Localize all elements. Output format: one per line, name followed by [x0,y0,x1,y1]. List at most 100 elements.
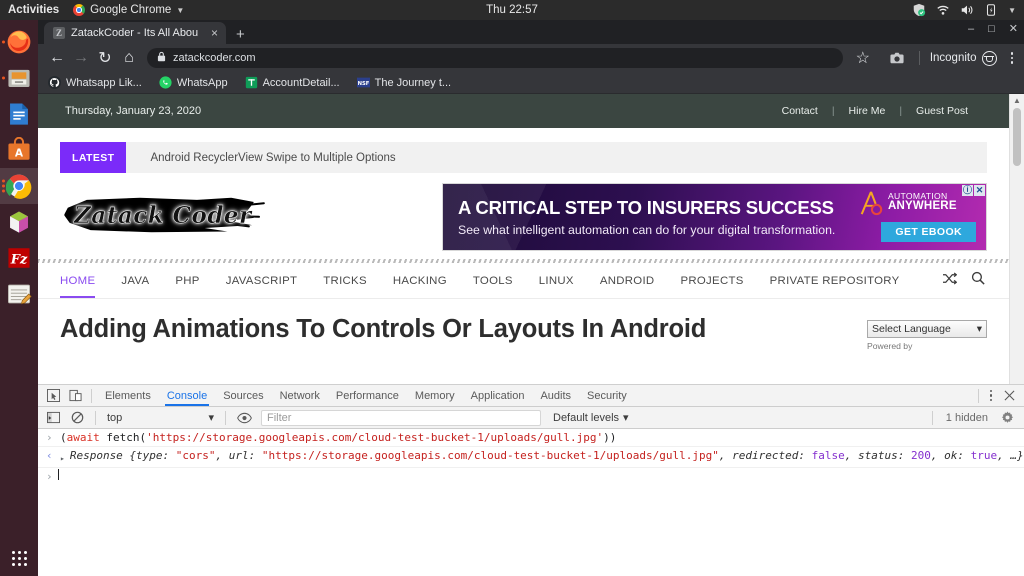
bookmark-item[interactable]: WhatsApp [159,76,228,89]
search-icon[interactable] [971,271,985,290]
divider [931,410,933,425]
close-icon[interactable]: × [209,27,220,39]
gear-icon[interactable] [996,408,1018,428]
tab-sources[interactable]: Sources [215,385,271,406]
console-sidebar-icon[interactable] [42,408,64,428]
log-levels-select[interactable]: Default levels ▾ [553,411,629,425]
dock-item-google-chrome[interactable] [0,168,38,204]
inspect-icon[interactable] [42,386,64,406]
automation-anywhere-icon [860,191,883,216]
devtools-menu-button[interactable] [986,389,997,402]
live-expression-icon[interactable] [233,408,255,428]
link-contact[interactable]: Contact [768,105,832,117]
hidden-messages-count[interactable]: 1 hidden [946,412,988,424]
nav-item-hacking[interactable]: HACKING [393,275,447,287]
scroll-up-arrow[interactable]: ▲ [1010,94,1024,107]
console-new-prompt-line[interactable]: › [38,468,1024,485]
browser-tab-active[interactable]: Z ZatackCoder - Its All Abou × [44,22,226,44]
chrome-menu-button[interactable] [1007,52,1018,64]
page-title: Adding Animations To Controls Or Layouts… [60,315,707,343]
tab-network[interactable]: Network [272,385,328,406]
site-logo[interactable]: Zatack Coder [60,189,265,245]
close-window-button[interactable]: ✕ [1009,22,1018,35]
svg-text:Fz: Fz [10,253,28,268]
incognito-label: Incognito [929,52,977,64]
dock-item-ubuntu-software[interactable]: A [0,132,38,168]
battery-icon[interactable] [984,3,998,17]
bookmark-item[interactable]: AccountDetail... [245,76,340,89]
device-toolbar-icon[interactable] [64,386,86,406]
shuffle-icon[interactable] [942,271,958,290]
latest-headline[interactable]: Android RecyclerView Swipe to Multiple O… [126,142,395,173]
chrome-icon [73,4,86,16]
back-button[interactable]: ← [45,46,69,70]
nav-item-php[interactable]: PHP [175,275,199,287]
ad-cta-button[interactable]: GET EBOOK [881,222,976,242]
whatsapp-icon [159,76,172,89]
translate-powered-by: Powered by [867,341,913,351]
nav-item-private-repository[interactable]: PRIVATE REPOSITORY [770,275,900,287]
activities-button[interactable]: Activities [8,4,59,16]
execution-context-select[interactable]: top ▾ [103,411,218,425]
dock-item-text-editor[interactable] [0,276,38,312]
volume-icon[interactable] [960,3,974,17]
chevron-down-icon[interactable]: ▼ [1008,6,1016,15]
wifi-icon[interactable] [936,3,950,17]
tab-elements[interactable]: Elements [97,385,159,406]
dock-item-firefox[interactable] [0,24,38,60]
clear-console-icon[interactable] [66,408,88,428]
camera-icon[interactable] [885,46,909,70]
link-guest-post[interactable]: Guest Post [902,105,982,117]
tab-memory[interactable]: Memory [407,385,463,406]
show-applications-button[interactable] [0,551,38,566]
bookmark-item[interactable]: Whatsapp Lik... [48,76,142,89]
scrollbar-thumb[interactable] [1013,108,1021,166]
chevron-down-icon: ▾ [976,323,982,335]
incognito-indicator[interactable]: Incognito [929,50,997,66]
nav-item-tricks[interactable]: TRICKS [323,275,367,287]
tab-application[interactable]: Application [463,385,533,406]
bookmark-label: AccountDetail... [262,76,340,89]
bookmark-item[interactable]: NSF The Journey t... [356,76,451,89]
new-tab-button[interactable]: + [226,27,254,44]
nav-item-projects[interactable]: PROJECTS [680,275,743,287]
link-hire-me[interactable]: Hire Me [835,105,900,117]
home-button[interactable]: ⌂ [117,46,141,70]
bookmark-star-icon[interactable]: ☆ [851,46,875,70]
nsf-icon: NSF [356,77,370,88]
chevron-down-icon: ▼ [176,5,185,15]
svg-text:A: A [15,148,24,160]
minimize-button[interactable]: – [968,23,974,35]
tab-audits[interactable]: Audits [532,385,579,406]
dock-item-rhythmbox[interactable] [0,204,38,240]
active-app-menu[interactable]: Google Chrome ▼ [73,4,184,16]
nav-item-javascript[interactable]: JAVASCRIPT [226,275,298,287]
nav-item-home[interactable]: HOME [60,275,96,298]
reload-button[interactable]: ↻ [93,46,117,70]
language-select[interactable]: Select Language ▾ [867,320,987,338]
close-icon[interactable] [998,386,1020,406]
log-levels-value: Default levels [553,411,620,424]
ad-brand-logo: AUTOMATION ANYWHERE [858,190,978,216]
console-filter-input[interactable]: Filter [261,409,541,426]
dock-item-filezilla[interactable]: Fz [0,240,38,276]
address-bar[interactable]: zatackcoder.com [147,48,843,68]
tab-title: ZatackCoder - Its All Abou [71,27,199,39]
filezilla-icon: Fz [8,248,30,268]
dock-item-libreoffice-writer[interactable] [0,96,38,132]
shield-icon[interactable] [912,3,926,17]
nav-item-java[interactable]: JAVA [121,275,149,287]
maximize-button[interactable]: □ [988,23,995,35]
ad-banner[interactable]: ⓘ ✕ A CRITICAL STEP TO INSURERS SUCCESS … [442,183,987,251]
page-scrollbar[interactable]: ▲ [1009,94,1024,384]
nav-item-tools[interactable]: TOOLS [473,275,513,287]
tab-console[interactable]: Console [159,385,215,406]
tab-security[interactable]: Security [579,385,635,406]
forward-button[interactable]: → [69,46,93,70]
dock-item-files[interactable] [0,60,38,96]
console-output[interactable]: › (await fetch('https://storage.googleap… [38,429,1024,576]
nav-item-linux[interactable]: LINUX [539,275,574,287]
tab-performance[interactable]: Performance [328,385,407,406]
nav-item-android[interactable]: ANDROID [600,275,655,287]
expand-triangle-icon[interactable]: ▸ [60,448,65,466]
